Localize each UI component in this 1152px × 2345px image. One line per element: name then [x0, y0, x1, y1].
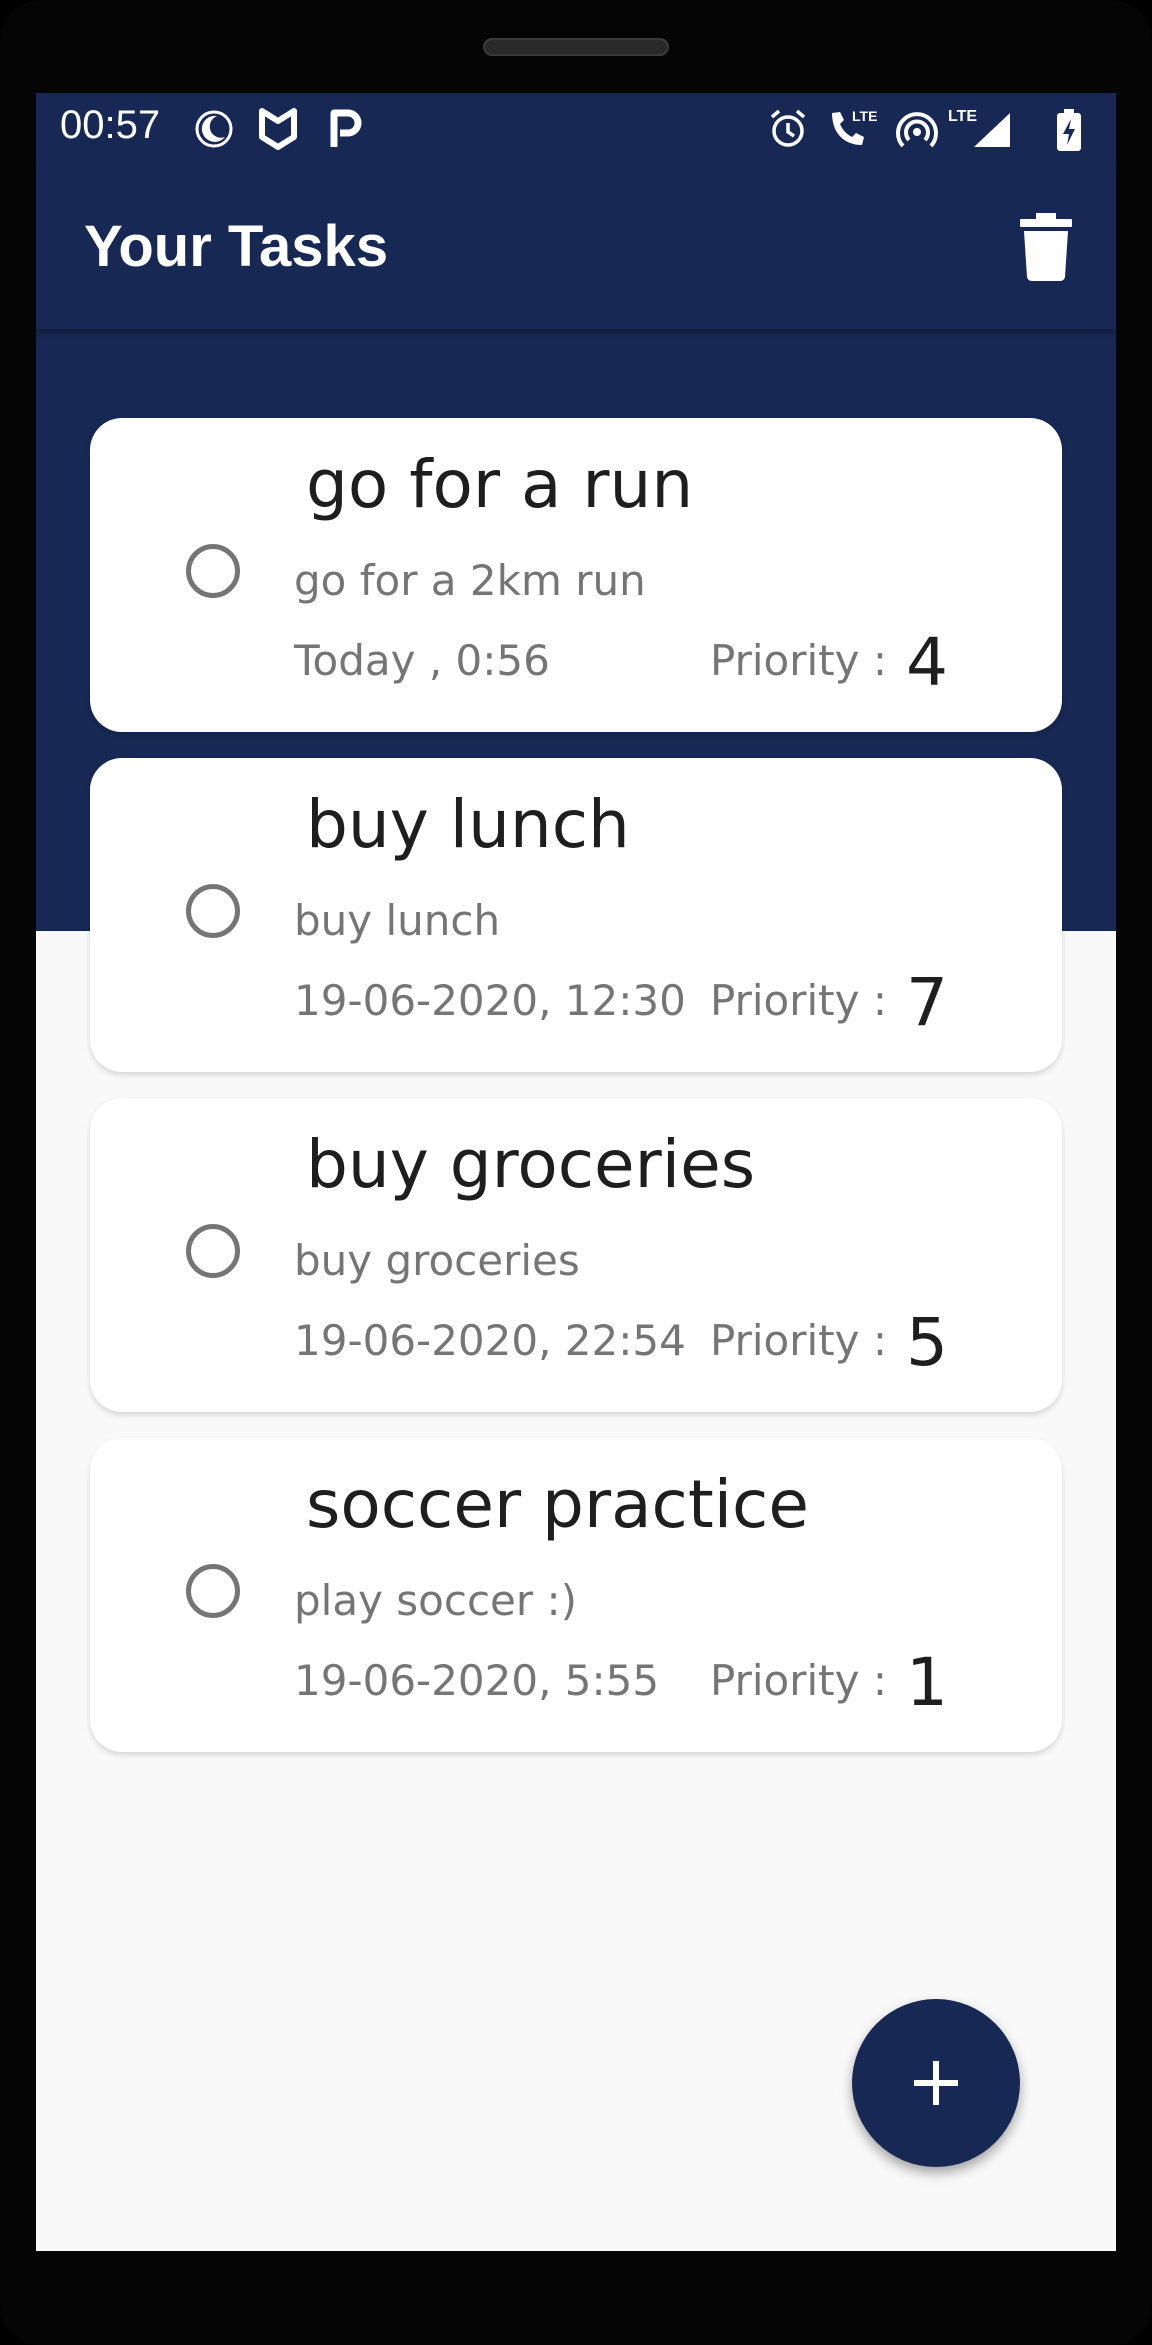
phone-frame: 00:57 LTE LTE Your Tasks go for a run go… [0, 0, 1152, 2345]
priority-value: 1 [906, 1644, 948, 1721]
task-description: buy lunch [294, 896, 501, 945]
task-description: buy groceries [294, 1236, 580, 1285]
alarm-icon [770, 109, 806, 147]
complete-radio[interactable] [186, 1224, 240, 1278]
status-time: 00:57 [60, 103, 161, 147]
add-task-button[interactable] [852, 1999, 1020, 2167]
task-description: go for a 2km run [294, 556, 646, 605]
trash-icon[interactable] [1018, 213, 1074, 281]
battery-charging-icon [1057, 109, 1081, 151]
task-card[interactable]: buy groceries buy groceries 19-06-2020, … [90, 1098, 1062, 1412]
shield-icon [259, 108, 297, 150]
lte-signal-icon: LTE [948, 108, 1010, 147]
task-card[interactable]: go for a run go for a 2km run Today , 0:… [90, 418, 1062, 732]
priority-value: 4 [906, 624, 948, 701]
plus-icon [914, 2061, 958, 2105]
task-date: 19-06-2020, 5:55 [294, 1656, 660, 1705]
task-date: 19-06-2020, 22:54 [294, 1316, 686, 1365]
priority-value: 5 [906, 1304, 948, 1381]
priority-label: Priority : [710, 1316, 887, 1365]
speaker-grille [483, 38, 669, 56]
task-title: soccer practice [306, 1466, 809, 1543]
parking-icon [330, 109, 362, 147]
priority-label: Priority : [710, 976, 887, 1025]
device-bottom-bezel [0, 2251, 1152, 2345]
screen: 00:57 LTE LTE Your Tasks go for a run go… [36, 93, 1116, 2251]
lte-call-icon: LTE [832, 108, 877, 145]
complete-radio[interactable] [186, 884, 240, 938]
task-description: play soccer :) [294, 1576, 578, 1625]
status-bar: 00:57 LTE LTE [36, 93, 1116, 169]
hotspot-icon [896, 112, 938, 148]
task-date: 19-06-2020, 12:30 [294, 976, 686, 1025]
page-title: Your Tasks [84, 214, 389, 279]
complete-radio[interactable] [186, 1564, 240, 1618]
lte-label: LTE [852, 108, 877, 124]
task-title: buy lunch [306, 786, 630, 863]
task-title: go for a run [306, 446, 694, 523]
priority-label: Priority : [710, 1656, 887, 1705]
app-bar: Your Tasks [36, 169, 1116, 329]
priority-value: 7 [906, 964, 948, 1041]
task-title: buy groceries [306, 1126, 756, 1203]
moon-icon [195, 110, 233, 148]
complete-radio[interactable] [186, 544, 240, 598]
lte-label: LTE [948, 108, 977, 125]
task-card[interactable]: soccer practice play soccer :) 19-06-202… [90, 1438, 1062, 1752]
task-date: Today , 0:56 [294, 636, 550, 685]
task-card[interactable]: buy lunch buy lunch 19-06-2020, 12:30 Pr… [90, 758, 1062, 1072]
priority-label: Priority : [710, 636, 887, 685]
